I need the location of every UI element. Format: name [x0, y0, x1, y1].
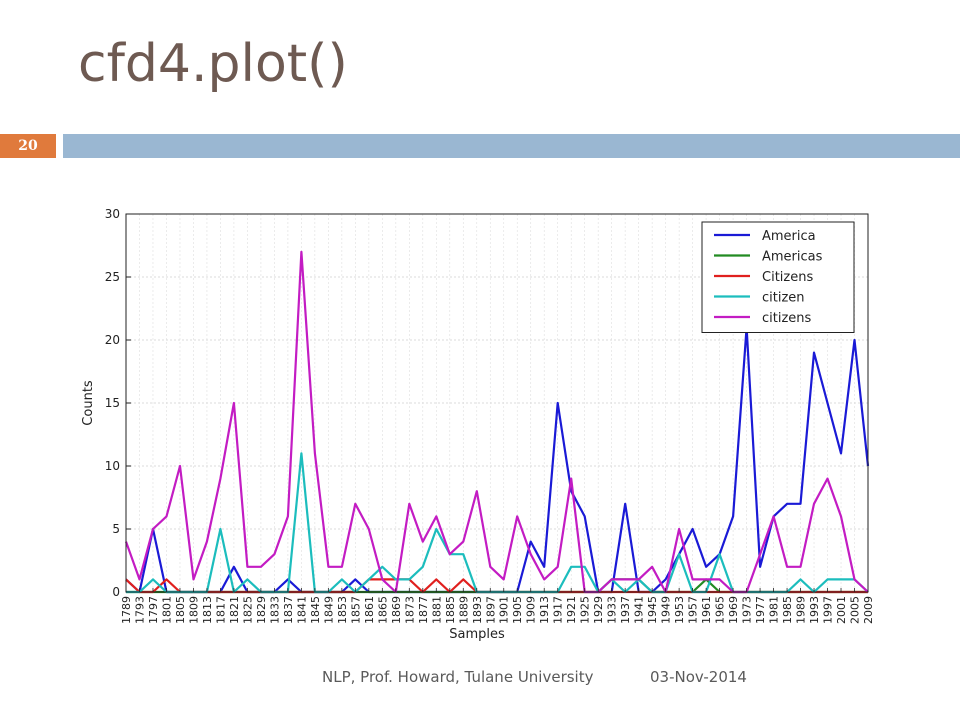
x-tick-label: 1845 — [309, 596, 322, 624]
x-tick-label: 1877 — [417, 596, 430, 624]
x-tick-label: 1889 — [457, 596, 470, 624]
x-tick-label: 1833 — [268, 596, 281, 624]
x-tick-label: 1997 — [822, 596, 835, 624]
x-tick-label: 1945 — [646, 596, 659, 624]
x-tick-label: 1893 — [471, 596, 484, 624]
x-tick-label: 1797 — [147, 596, 160, 624]
x-tick-label: 2001 — [835, 596, 848, 624]
x-tick-label: 1901 — [498, 596, 511, 624]
x-tick-label: 1813 — [201, 596, 214, 624]
x-tick-label: 1981 — [768, 596, 781, 624]
y-tick-label: 30 — [105, 207, 120, 221]
x-tick-label: 1865 — [376, 596, 389, 624]
x-tick-label: 1861 — [363, 596, 376, 624]
x-tick-label: 1905 — [511, 596, 524, 624]
x-tick-label: 1941 — [633, 596, 646, 624]
legend-label-citizens: citizens — [762, 311, 812, 326]
x-tick-label: 1873 — [403, 596, 416, 624]
x-tick-label: 1849 — [322, 596, 335, 624]
x-tick-label: 1885 — [444, 596, 457, 624]
y-tick-label: 25 — [105, 270, 120, 284]
x-tick-label: 1917 — [552, 596, 565, 624]
x-tick-label: 1869 — [390, 596, 403, 624]
x-tick-label: 1801 — [160, 596, 173, 624]
x-tick-label: 1989 — [795, 596, 808, 624]
x-tick-label: 1949 — [660, 596, 673, 624]
x-axis-label: Samples — [449, 627, 505, 642]
x-tick-label: 1925 — [579, 596, 592, 624]
x-tick-label: 2005 — [849, 596, 862, 624]
x-tick-label: 1953 — [673, 596, 686, 624]
x-tick-label: 1913 — [538, 596, 551, 624]
x-tick-label: 1929 — [592, 596, 605, 624]
y-tick-label: 5 — [112, 522, 120, 536]
line-chart: 0 5 10 15 20 25 30 1789 1793 1797 1801 1805 1809 1813… — [81, 207, 875, 642]
x-tick-label: 1821 — [228, 596, 241, 624]
legend-label-citizens: Citizens — [762, 270, 813, 285]
y-tick-label: 0 — [112, 585, 120, 599]
x-tick-label: 1977 — [754, 596, 767, 624]
page-number-badge: 20 — [0, 134, 56, 158]
x-tick-label: 1853 — [336, 596, 349, 624]
title-divider-bar — [63, 134, 960, 158]
x-tick-label: 1789 — [120, 596, 133, 624]
x-tick-label: 1993 — [808, 596, 821, 624]
x-tick-label: 1937 — [619, 596, 632, 624]
slide-title: cfd4.plot() — [78, 34, 348, 94]
x-tick-label: 1933 — [606, 596, 619, 624]
x-tick-label: 1809 — [187, 596, 200, 624]
x-tick-label: 1897 — [484, 596, 497, 624]
x-tick-label: 1881 — [430, 596, 443, 624]
x-tick-label: 1969 — [727, 596, 740, 624]
x-tick-label: 1961 — [700, 596, 713, 624]
x-tick-label: 2009 — [862, 596, 875, 624]
x-tick-label: 1909 — [525, 596, 538, 624]
x-tick-label: 1985 — [781, 596, 794, 624]
x-tick-label: 1921 — [565, 596, 578, 624]
x-tick-label: 1965 — [714, 596, 727, 624]
legend-label-americas: Americas — [762, 250, 823, 265]
x-tick-label: 1793 — [133, 596, 146, 624]
legend-label-america: America — [762, 229, 816, 244]
x-tick-label: 1837 — [282, 596, 295, 624]
y-tick-label: 10 — [105, 459, 120, 473]
footer-course-info: NLP, Prof. Howard, Tulane University — [322, 668, 594, 686]
y-tick-label: 20 — [105, 333, 120, 347]
x-tick-label: 1973 — [741, 596, 754, 624]
x-tick-label: 1957 — [687, 596, 700, 624]
x-tick-label: 1829 — [255, 596, 268, 624]
x-tick-label: 1805 — [174, 596, 187, 624]
x-tick-label: 1841 — [295, 596, 308, 624]
chart-container: 0 5 10 15 20 25 30 1789 1793 1797 1801 1805 1809 1813… — [76, 200, 884, 642]
footer-date: 03-Nov-2014 — [650, 668, 747, 686]
y-tick-label: 15 — [105, 396, 120, 410]
x-tick-label: 1817 — [214, 596, 227, 624]
x-tick-label: 1825 — [241, 596, 254, 624]
legend-label-citizen: citizen — [762, 291, 805, 306]
y-axis-label: Counts — [81, 380, 96, 426]
x-tick-label: 1857 — [349, 596, 362, 624]
